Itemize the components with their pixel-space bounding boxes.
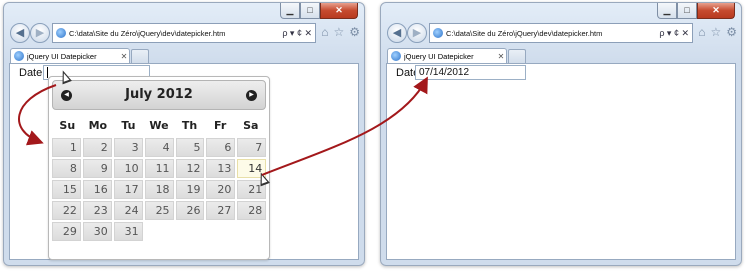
- tab-strip: jQuery UI Datepicker ✕: [385, 48, 737, 63]
- weekday-header: Tu: [121, 119, 136, 132]
- weekday-header: Fr: [214, 119, 227, 132]
- day-cell[interactable]: 2: [82, 138, 112, 157]
- address-url: C:\data\Site du Zéro\jQuery\dev\datepick…: [446, 28, 603, 38]
- caption-buttons: ▁ □ ✕: [657, 3, 735, 19]
- tab-strip: jQuery UI Datepicker ✕: [8, 48, 360, 63]
- weekday-header: Mo: [88, 119, 108, 132]
- day-cell[interactable]: 15: [52, 180, 81, 199]
- day-cell[interactable]: 30: [82, 222, 112, 241]
- weekday-header: Su: [59, 119, 76, 132]
- day-cell[interactable]: 27: [206, 201, 236, 220]
- address-bar[interactable]: C:\data\Site du Zéro\jQuery\dev\datepick…: [429, 23, 693, 43]
- weekday-header: Th: [181, 119, 198, 132]
- day-cell[interactable]: 12: [175, 159, 205, 178]
- day-cell[interactable]: 18: [144, 180, 174, 199]
- address-bar[interactable]: C:\data\Site du Zéro\jQuery\dev\datepick…: [52, 23, 316, 43]
- day-cell[interactable]: 28: [237, 201, 267, 220]
- minimize-button[interactable]: ▁: [657, 3, 677, 19]
- page-favicon-icon: [56, 28, 66, 38]
- day-cell[interactable]: 4: [144, 138, 174, 157]
- gear-icon[interactable]: ⚙: [349, 25, 360, 39]
- triangle-right-icon[interactable]: ▶: [246, 90, 257, 101]
- day-cell[interactable]: 25: [144, 201, 174, 220]
- star-icon[interactable]: ☆: [333, 25, 344, 39]
- day-cell[interactable]: 8: [52, 159, 81, 178]
- back-arrow-icon[interactable]: ◀: [10, 23, 30, 43]
- day-cell[interactable]: 26: [175, 201, 205, 220]
- day-cell[interactable]: 6: [206, 138, 236, 157]
- tab-datepicker[interactable]: jQuery UI Datepicker ✕: [387, 48, 507, 63]
- day-cell[interactable]: 1: [52, 138, 81, 157]
- date-input[interactable]: 07/14/2012: [415, 65, 526, 80]
- maximize-button[interactable]: □: [300, 3, 320, 19]
- day-cell[interactable]: 7: [237, 138, 267, 157]
- datepicker-month-title: July 2012: [125, 87, 193, 102]
- tab-favicon-icon: [391, 51, 401, 61]
- browser-window-after: ▁ □ ✕ ◀ ▶ C:\data\Site du Zéro\jQuery\de…: [380, 2, 742, 266]
- day-cell[interactable]: 19: [175, 180, 205, 199]
- page-content: Date 07/14/2012: [386, 63, 736, 260]
- text-caret: [47, 67, 48, 78]
- close-button[interactable]: ✕: [697, 3, 735, 19]
- page-content: Date ◀ July 2012 ▶ Su Mo Tu We Th Fr Sa 123456…: [9, 63, 359, 260]
- toolbar-icons: ⌂ ☆ ⚙: [698, 25, 737, 39]
- datepicker-day-grid: 1 2 3 4 5 6 7 8 9 10 11 12 13 14 15 16 17 18 19 20 21 22 23 24 2…: [52, 138, 267, 241]
- tab-datepicker[interactable]: jQuery UI Datepicker ✕: [10, 48, 130, 63]
- home-icon[interactable]: ⌂: [321, 25, 328, 39]
- back-arrow-icon[interactable]: ◀: [387, 23, 407, 43]
- address-url: C:\data\Site du Zéro\jQuery\dev\datepick…: [69, 28, 226, 38]
- browser-window-before: ▁ □ ✕ ◀ ▶ C:\data\Site du Zéro\jQuery\de…: [3, 2, 365, 266]
- caption-buttons: ▁ □ ✕: [280, 3, 358, 19]
- minimize-button[interactable]: ▁: [280, 3, 300, 19]
- day-cell[interactable]: 5: [175, 138, 205, 157]
- new-tab-button[interactable]: [131, 49, 149, 63]
- tab-favicon-icon: [14, 51, 24, 61]
- tab-label: jQuery UI Datepicker: [404, 51, 474, 61]
- day-cell[interactable]: 9: [82, 159, 112, 178]
- day-cell[interactable]: 17: [113, 180, 143, 199]
- weekday-header: We: [149, 119, 169, 132]
- page-favicon-icon: [433, 28, 443, 38]
- weekday-header: Sa: [243, 119, 259, 132]
- home-icon[interactable]: ⌂: [698, 25, 705, 39]
- address-tools[interactable]: ρ ▾ ¢ ✕: [279, 28, 315, 39]
- day-cell[interactable]: 20: [206, 180, 236, 199]
- datepicker-header: ◀ July 2012 ▶: [52, 80, 266, 110]
- star-icon[interactable]: ☆: [710, 25, 721, 39]
- weekday-header-row: Su Mo Tu We Th Fr Sa: [52, 116, 266, 136]
- forward-arrow-icon[interactable]: ▶: [30, 23, 50, 43]
- datepicker-popup: ◀ July 2012 ▶ Su Mo Tu We Th Fr Sa 1 2 3 4 5 6 7 8 9 10…: [48, 76, 270, 260]
- new-tab-button[interactable]: [508, 49, 526, 63]
- day-cell[interactable]: 13: [206, 159, 236, 178]
- tab-label: jQuery UI Datepicker: [27, 51, 97, 61]
- day-cell[interactable]: 24: [113, 201, 143, 220]
- triangle-left-icon[interactable]: ◀: [61, 90, 72, 101]
- forward-arrow-icon[interactable]: ▶: [407, 23, 427, 43]
- day-cell[interactable]: 29: [52, 222, 81, 241]
- toolbar-icons: ⌂ ☆ ⚙: [321, 25, 360, 39]
- day-cell[interactable]: 11: [144, 159, 174, 178]
- day-cell[interactable]: 22: [52, 201, 81, 220]
- date-label: Date: [19, 67, 43, 79]
- day-cell[interactable]: 3: [113, 138, 143, 157]
- address-tools[interactable]: ρ ▾ ¢ ✕: [656, 28, 692, 39]
- gear-icon[interactable]: ⚙: [726, 25, 737, 39]
- day-cell[interactable]: 10: [113, 159, 143, 178]
- tab-close-icon[interactable]: ✕: [496, 52, 506, 61]
- close-button[interactable]: ✕: [320, 3, 358, 19]
- day-cell[interactable]: 31: [113, 222, 143, 241]
- day-cell[interactable]: 16: [82, 180, 112, 199]
- navigation-bar: ◀ ▶ C:\data\Site du Zéro\jQuery\dev\date…: [8, 21, 360, 47]
- maximize-button[interactable]: □: [677, 3, 697, 19]
- day-cell[interactable]: 23: [82, 201, 112, 220]
- tab-close-icon[interactable]: ✕: [119, 52, 129, 61]
- navigation-bar: ◀ ▶ C:\data\Site du Zéro\jQuery\dev\date…: [385, 21, 737, 47]
